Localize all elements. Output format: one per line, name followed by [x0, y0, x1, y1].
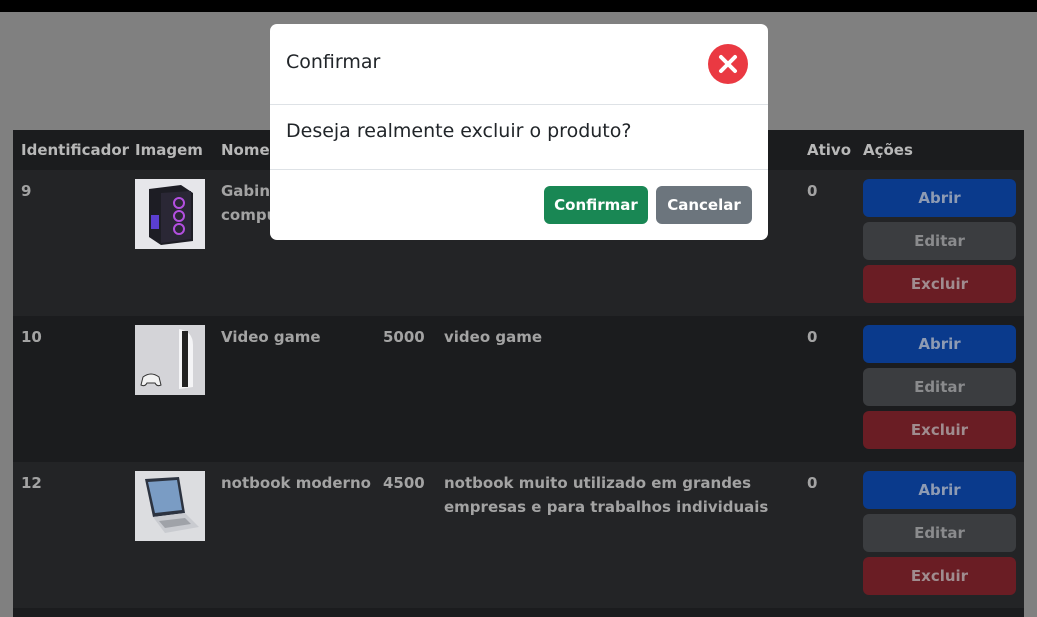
row-id: 9 [21, 182, 32, 200]
delete-button[interactable]: Excluir [863, 411, 1016, 449]
row-name: Video game [221, 328, 321, 346]
top-bar [0, 0, 1037, 12]
row-id: 10 [21, 328, 42, 346]
header-acoes: Ações [863, 141, 913, 159]
close-button[interactable] [708, 44, 748, 84]
edit-button[interactable]: Editar [863, 222, 1016, 260]
row-name-cont: compu [221, 206, 278, 224]
header-identificador: Identificador [21, 141, 130, 159]
console-image [135, 325, 205, 395]
dialog-title: Confirmar [286, 51, 381, 73]
header-nome: Nome [221, 141, 270, 159]
row-description: video game [444, 328, 543, 346]
header-ativo: Ativo [807, 141, 852, 159]
pc-case-image [135, 179, 205, 249]
delete-button[interactable]: Excluir [863, 557, 1016, 595]
confirm-dialog: Confirmar Deseja realmente excluir o pro… [270, 24, 768, 240]
row-price: 5000 [383, 328, 425, 346]
delete-button[interactable]: Excluir [863, 265, 1016, 303]
close-icon [719, 55, 737, 73]
row-description: notbook muito utilizado em grandes [444, 474, 752, 492]
row-name: notbook moderno [221, 474, 371, 492]
row-active: 0 [807, 182, 818, 200]
edit-button[interactable]: Editar [863, 514, 1016, 552]
open-button[interactable]: Abrir [863, 325, 1016, 363]
row-active: 0 [807, 328, 818, 346]
laptop-image [135, 471, 205, 541]
confirm-button[interactable]: Confirmar [544, 186, 648, 224]
edit-button[interactable]: Editar [863, 368, 1016, 406]
row-price: 4500 [383, 474, 425, 492]
table-footer-strip [13, 608, 1024, 617]
open-button[interactable]: Abrir [863, 179, 1016, 217]
header-imagem: Imagem [135, 141, 203, 159]
dialog-message: Deseja realmente excluir o produto? [286, 120, 632, 142]
row-active: 0 [807, 474, 818, 492]
row-description-cont: empresas e para trabalhos individuais [444, 498, 769, 516]
open-button[interactable]: Abrir [863, 471, 1016, 509]
cancel-button[interactable]: Cancelar [656, 186, 752, 224]
row-id: 12 [21, 474, 42, 492]
